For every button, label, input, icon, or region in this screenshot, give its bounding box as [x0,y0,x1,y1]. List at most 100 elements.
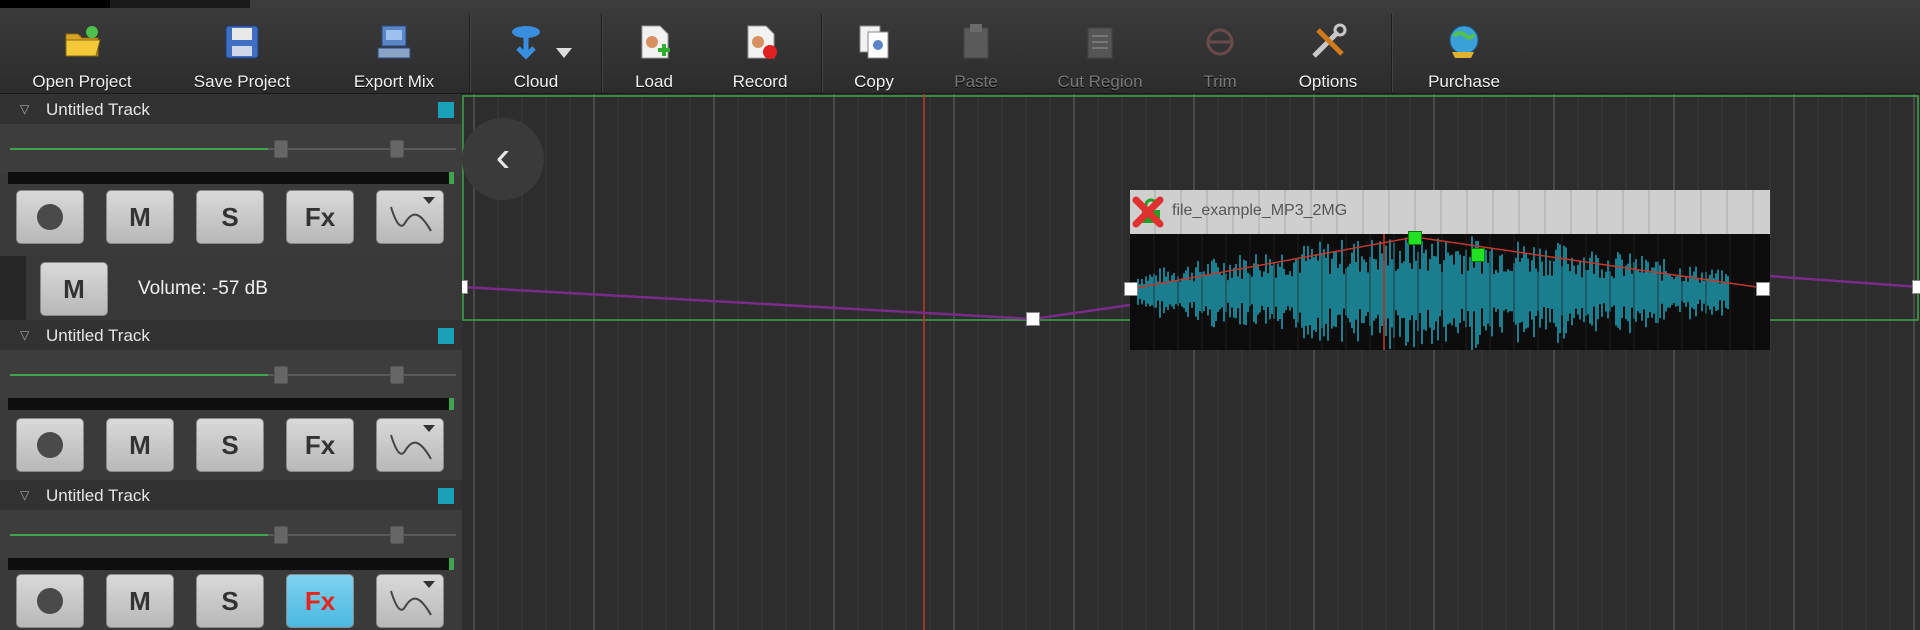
chevron-left-icon: ‹ [495,132,511,181]
audio-clip[interactable]: file_example_MP3_2MG [1124,190,1770,350]
paste-label: Paste [954,72,998,91]
level-meter [8,558,454,570]
track-sliders [0,510,462,560]
progress-segment [0,0,110,8]
globe-cart-icon [1449,25,1479,58]
record-arm-button[interactable] [16,418,84,472]
collapse-chevron-icon[interactable]: ▽ [20,328,29,342]
volume-slider-fill [10,148,268,150]
track-button-row: M S Fx [0,574,462,630]
dropdown-triangle-icon [423,425,435,432]
automation-button[interactable] [376,190,444,244]
volume-slider-fill [10,534,268,536]
level-meter-indicator [449,172,454,184]
level-meter [8,172,454,184]
export-mix-icon [377,25,411,59]
record-arm-button[interactable] [16,190,84,244]
record-dot-icon [37,204,63,230]
track-list-panel: ▽ Untitled Track M S Fx M Volume: -57 dB… [0,94,462,630]
timeline-grid [462,94,1920,630]
automation-gutter [0,256,26,324]
automation-point-end[interactable] [1912,280,1920,294]
volume-slider-knob[interactable] [274,140,288,158]
collapse-panel-button[interactable]: ‹ [462,118,544,200]
clip-envelope-handle-right[interactable] [1756,282,1770,296]
clip-waveform [1130,234,1770,350]
track-header[interactable]: ▽ Untitled Track [0,94,462,124]
toolbar-separator [1391,14,1393,92]
record-file-icon [747,25,777,59]
fx-button[interactable]: Fx [286,190,354,244]
dropdown-triangle-icon [423,197,435,204]
volume-readout: Volume: -57 dB [138,278,268,299]
automation-point-high[interactable] [1471,248,1485,262]
top-progress-strip [0,0,1920,8]
envelope-wave-icon [390,206,432,232]
envelope-wave-icon [390,434,432,460]
clip-envelope-handle-peak[interactable] [1408,231,1422,245]
options-label: Options [1298,72,1358,91]
record-dot-icon [37,432,63,458]
track-sliders [0,124,462,174]
cut-region-button[interactable]: Cut Region [1030,14,1170,92]
cloud-icon [512,26,540,60]
level-meter-indicator [449,398,454,410]
timeline-area[interactable]: ‹ file_example_MP3_2MG [462,94,1920,630]
tools-icon [1312,23,1347,58]
record-arm-button[interactable] [16,574,84,628]
collapse-chevron-icon[interactable]: ▽ [20,102,29,116]
copy-icon [859,25,889,59]
options-button[interactable]: Options [1258,14,1398,92]
volume-slider-knob[interactable] [274,366,288,384]
floppy-disk-icon [225,25,259,59]
automation-button[interactable] [376,574,444,628]
track-button-row: M S Fx [0,190,462,252]
save-project-button[interactable]: Save Project [172,14,312,92]
fx-button-active[interactable]: Fx [286,574,354,628]
progress-segment-secondary [110,0,250,8]
main-toolbar: Open Project Save Project Export Mix Clo… [0,8,1920,94]
track-color-swatch[interactable] [438,328,454,344]
track-1: ▽ Untitled Track M S Fx [0,94,462,254]
collapse-chevron-icon[interactable]: ▽ [20,488,29,502]
dropdown-triangle-icon [423,581,435,588]
track-header[interactable]: ▽ Untitled Track [0,480,462,510]
automation-point-start[interactable] [462,280,468,294]
purchase-button[interactable]: Purchase [1394,14,1534,92]
track-3: ▽ Untitled Track M S Fx [0,480,462,630]
open-project-button[interactable]: Open Project [12,14,152,92]
record-dot-icon [37,588,63,614]
automation-point-low[interactable] [1026,312,1040,326]
export-mix-label: Export Mix [353,72,435,91]
clip-envelope-handle-left[interactable] [1124,282,1138,296]
track-color-swatch[interactable] [438,102,454,118]
solo-button[interactable]: S [196,190,264,244]
paste-button[interactable]: Paste [906,14,1046,92]
solo-button[interactable]: S [196,418,264,472]
cut-region-icon [1087,27,1113,59]
folder-open-icon [65,26,101,57]
track-color-swatch[interactable] [438,488,454,504]
pan-slider-knob[interactable] [390,140,404,158]
track-name: Untitled Track [46,326,150,345]
level-meter-indicator [449,558,454,570]
mute-button[interactable]: M [106,190,174,244]
envelope-wave-icon [390,590,432,616]
mute-button[interactable]: M [106,574,174,628]
automation-mute-button[interactable]: M [40,262,108,316]
pan-slider-knob[interactable] [390,526,404,544]
purchase-label: Purchase [1428,72,1500,91]
automation-button[interactable] [376,418,444,472]
mute-button[interactable]: M [106,418,174,472]
fx-button[interactable]: Fx [286,418,354,472]
open-project-label: Open Project [32,72,132,91]
export-mix-button[interactable]: Export Mix [324,14,464,92]
volume-slider-knob[interactable] [274,526,288,544]
track-button-row: M S Fx [0,418,462,480]
clip-header[interactable]: file_example_MP3_2MG [1130,190,1770,234]
solo-button[interactable]: S [196,574,264,628]
pan-slider-knob[interactable] [390,366,404,384]
close-icon[interactable] [1130,194,1166,230]
load-file-icon [641,25,670,59]
track-header[interactable]: ▽ Untitled Track [0,320,462,350]
